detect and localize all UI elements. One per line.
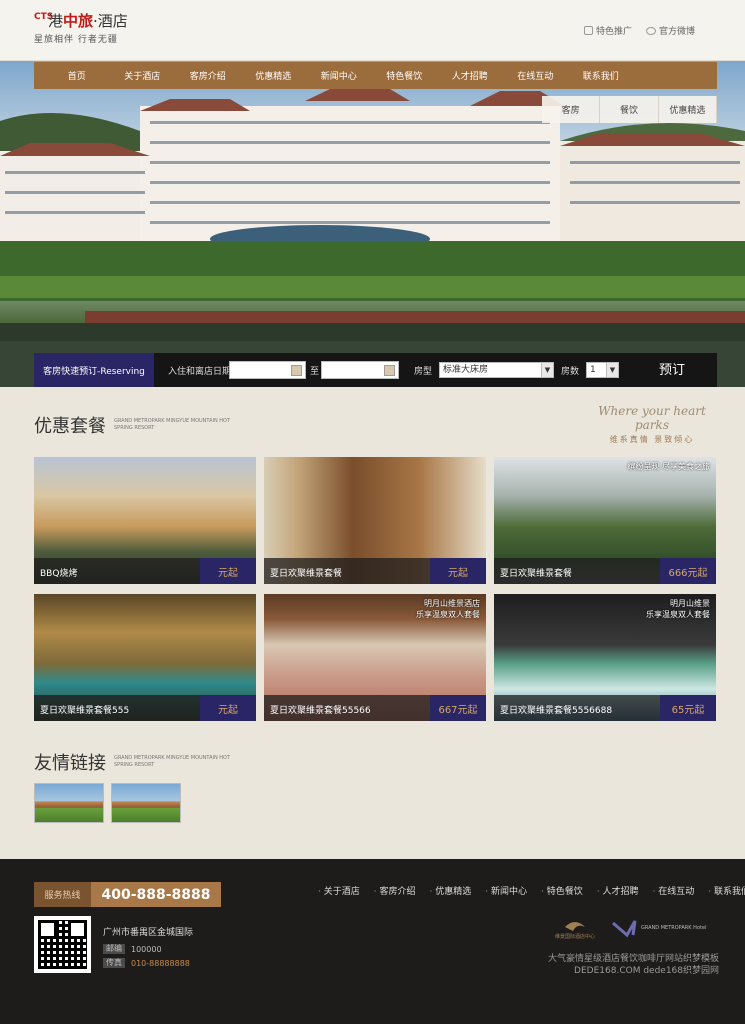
hotline-number[interactable]: 400-888-8888 — [91, 882, 221, 907]
footer-nav: 关于酒店 客房介绍 优惠精选 新闻中心 特色餐饮 人才招聘 在线互动 联系我们 — [318, 884, 745, 897]
reservation-label: 客房快速预订-Reserving — [34, 353, 154, 387]
nav-item-interact[interactable]: 在线互动 — [503, 69, 569, 82]
top-header: CTS 港中旅·酒店 星旅相伴 行者无疆 特色推广 官方微博 — [0, 0, 745, 61]
offer-card[interactable]: 明月山维景 乐享温泉双人套餐 夏日欢聚维景套餐5556688 65元起 — [494, 594, 716, 721]
main-nav: 首页 关于酒店 客房介绍 优惠精选 新闻中心 特色餐饮 人才招聘 在线互动 联系… — [34, 62, 717, 89]
calendar-icon[interactable] — [291, 365, 302, 376]
offer-overlay-text: 明月山维景酒店 乐享温泉双人套餐 — [416, 599, 480, 619]
rooms-count-label: 房数 — [561, 367, 580, 377]
rooms-count-select[interactable]: 1 ▼ — [586, 362, 619, 378]
nav-item-news[interactable]: 新闻中心 — [306, 69, 372, 82]
nav-item-about[interactable]: 关于酒店 — [110, 69, 176, 82]
partner-logo-1: 维景国际酒店中心 — [555, 934, 596, 940]
offer-name: 夏日欢聚维景套餐5556688 — [500, 706, 613, 716]
footer-link-careers[interactable]: 人才招聘 — [597, 884, 638, 897]
copyright-line-2[interactable]: DEDE168.COM dede168织梦园网 — [548, 965, 719, 977]
chevron-down-icon: ▼ — [606, 363, 618, 377]
offer-name: 夏日欢聚维景套餐555 — [40, 706, 130, 716]
offer-card[interactable]: 夏日欢聚维景套餐555 元起 — [34, 594, 256, 721]
chevron-down-icon: ▼ — [541, 363, 553, 377]
offer-price: 65元起 — [660, 695, 716, 721]
offers-title: 优惠套餐 — [34, 416, 106, 437]
footer-link-interact[interactable]: 在线互动 — [653, 884, 694, 897]
footer-link-offers[interactable]: 优惠精选 — [430, 884, 471, 897]
copyright: 大气豪情星级酒店餐饮咖啡厅网站织梦模板 DEDE168.COM dede168织… — [548, 953, 719, 977]
room-type-label: 房型 — [414, 367, 433, 377]
footer-link-rooms[interactable]: 客房介绍 — [374, 884, 415, 897]
partner-logos: 维景国际酒店中心 GRAND METROPARK Hotel — [555, 913, 725, 943]
footer-link-about[interactable]: 关于酒店 — [318, 884, 360, 897]
tagline-script: Where your heart parks — [598, 404, 706, 432]
reserve-button[interactable]: 预订 — [659, 359, 685, 378]
offer-price: 666元起 — [660, 558, 716, 584]
offer-overlay-text: 明月山维景 乐享温泉双人套餐 — [646, 599, 710, 619]
top-links: 特色推广 官方微博 — [583, 24, 695, 37]
links-title: 友情链接 — [34, 753, 106, 774]
tagline-cn: 维系真情 景致倾心 — [609, 435, 695, 444]
logo-slogan: 星旅相伴 行者无疆 — [34, 35, 118, 45]
offer-price: 元起 — [430, 558, 486, 584]
offer-name: 夏日欢聚维景套餐 — [500, 569, 573, 579]
nav-item-offers[interactable]: 优惠精选 — [241, 69, 307, 82]
friend-link-thumb[interactable] — [34, 783, 104, 823]
room-type-select[interactable]: 标准大床房 ▼ — [439, 362, 554, 378]
footer-link-contact[interactable]: 联系我们 — [708, 884, 745, 897]
friend-link-thumb[interactable] — [111, 783, 181, 823]
nav-item-home[interactable]: 首页 — [44, 69, 110, 82]
offer-card[interactable]: 夏日欢聚维景套餐 元起 — [264, 457, 486, 584]
links-subtitle: GRAND METROPARK MINGYUE MOUNTAIN HOT SPR… — [114, 755, 231, 768]
hotline-label: 服务热线 — [34, 882, 91, 907]
tab-dining[interactable]: 餐饮 — [600, 96, 659, 123]
offer-overlay-text: 缤纷呈现 尽享美食之旅 — [627, 462, 710, 471]
footer-link-news[interactable]: 新闻中心 — [485, 884, 527, 897]
gift-icon — [583, 26, 593, 35]
weibo-link[interactable]: 官方微博 — [645, 24, 695, 37]
hotel-logo[interactable]: CTS 港中旅·酒店 星旅相伴 行者无疆 — [34, 9, 144, 45]
offer-name: 夏日欢聚维景套餐 — [270, 569, 343, 579]
qr-code — [34, 916, 91, 973]
offer-price: 元起 — [200, 558, 256, 584]
footer-address: 广州市番禺区金城国际 — [103, 928, 194, 938]
offer-price: 元起 — [200, 695, 256, 721]
offer-card[interactable]: BBQ烧烤 元起 — [34, 457, 256, 584]
reservation-bar: 客房快速预订-Reserving 入住和离店日期 至 房型 标准大床房 ▼ 房数 … — [34, 353, 717, 387]
logo-title: 港中旅·酒店 — [48, 12, 128, 30]
offer-card[interactable]: 明月山维景酒店 乐享温泉双人套餐 夏日欢聚维景套餐55566 667元起 — [264, 594, 486, 721]
partner-logo-2: GRAND METROPARK Hotel — [641, 925, 707, 931]
offer-name: 夏日欢聚维景套餐55566 — [270, 706, 371, 716]
offer-card[interactable]: 缤纷呈现 尽享美食之旅 夏日欢聚维景套餐 666元起 — [494, 457, 716, 584]
date-to-label: 至 — [310, 367, 320, 377]
nav-item-dining[interactable]: 特色餐饮 — [372, 69, 438, 82]
offer-price: 667元起 — [430, 695, 486, 721]
tab-offers[interactable]: 优惠精选 — [658, 96, 717, 123]
promo-link[interactable]: 特色推广 — [583, 24, 632, 37]
footer-zip: 邮编 100000 — [103, 944, 162, 954]
copyright-line-1: 大气豪情星级酒店餐饮咖啡厅网站织梦模板 — [547, 954, 719, 964]
offers-subtitle: GRAND METROPARK MINGYUE MOUNTAIN HOT SPR… — [114, 418, 231, 431]
tab-rooms[interactable]: 客房 — [542, 96, 601, 123]
checkin-date-input[interactable] — [229, 361, 306, 379]
quick-tabs: 客房 餐饮 优惠精选 — [542, 96, 717, 123]
checkout-date-input[interactable] — [321, 361, 399, 379]
footer-link-dining[interactable]: 特色餐饮 — [541, 884, 583, 897]
checkin-label: 入住和离店日期 — [168, 367, 232, 377]
footer-fax: 传真 010-88888888 — [103, 958, 190, 968]
nav-item-careers[interactable]: 人才招聘 — [437, 69, 503, 82]
calendar-icon[interactable] — [384, 365, 395, 376]
offer-name: BBQ烧烤 — [40, 569, 78, 579]
nav-item-rooms[interactable]: 客房介绍 — [175, 69, 241, 82]
weibo-icon — [645, 26, 656, 35]
nav-item-contact[interactable]: 联系我们 — [568, 69, 634, 82]
brand-tagline: Where your heart parks 维系真情 景致倾心 — [582, 404, 722, 445]
